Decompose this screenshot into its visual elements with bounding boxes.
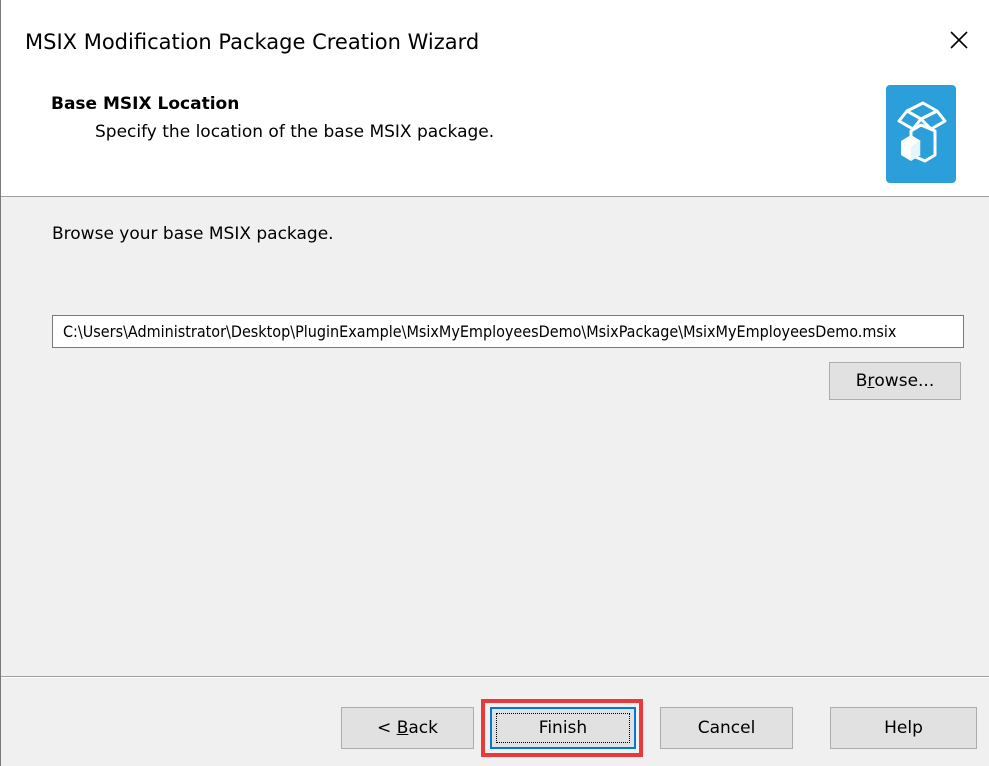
cancel-button[interactable]: Cancel <box>660 707 793 749</box>
back-label-part: < <box>377 718 397 738</box>
cancel-label: Cancel <box>697 718 756 738</box>
package-path-input[interactable] <box>52 315 964 348</box>
back-button[interactable]: < Back <box>341 707 474 749</box>
help-label: Help <box>884 718 923 738</box>
back-label-rest: ack <box>408 718 438 738</box>
finish-button[interactable]: Finish <box>490 707 636 749</box>
footer-divider-highlight <box>1 677 989 678</box>
back-label-accesskey: B <box>396 718 409 738</box>
instruction-text: Browse your base MSIX package. <box>52 224 334 244</box>
browse-label-rest: owse... <box>874 371 935 391</box>
page-title: Base MSIX Location <box>51 94 240 114</box>
page-subtitle: Specify the location of the base MSIX pa… <box>95 122 495 142</box>
close-button[interactable] <box>929 12 989 72</box>
help-button[interactable]: Help <box>830 707 977 749</box>
browse-button[interactable]: Br owse... <box>829 362 961 400</box>
browse-label-part: B <box>855 371 868 391</box>
focus-rectangle: Finish <box>496 713 630 743</box>
package-box-icon <box>886 85 956 183</box>
close-icon <box>949 30 969 54</box>
wizard-window: MSIX Modification Package Creation Wizar… <box>0 0 989 766</box>
window-title: MSIX Modification Package Creation Wizar… <box>25 30 480 54</box>
title-bar: MSIX Modification Package Creation Wizar… <box>1 0 989 84</box>
browse-label-accesskey: r <box>867 371 875 391</box>
finish-label: Finish <box>538 718 588 738</box>
wizard-header: Base MSIX Location Specify the location … <box>1 84 989 197</box>
